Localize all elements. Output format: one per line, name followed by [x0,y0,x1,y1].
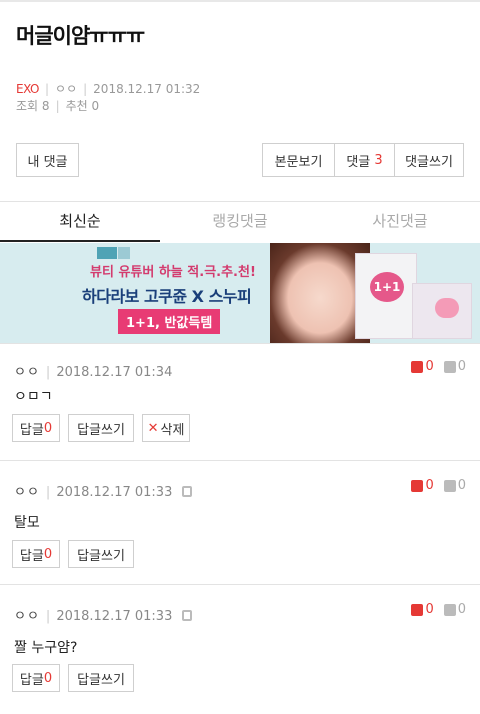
upvote-count: 0 [425,602,434,617]
post-meta: EXO | ㅇㅇ | 2018.12.17 01:32 [16,82,201,96]
downvote-button[interactable]: 0 [443,602,466,617]
write-reply-button[interactable]: 답글쓰기 [68,664,134,692]
post-date: 2018.12.17 01:32 [93,82,201,96]
banner-line2: 하다라보 고쿠쥰 X 스누피 [82,287,252,306]
thumb-up-icon [411,360,424,373]
recommend-count: 0 [91,99,100,113]
heart-icon [435,298,459,318]
thumb-down-icon [443,360,456,373]
recommend-label: 추천 [65,99,88,113]
product-image-2 [412,283,472,339]
reply-button[interactable]: 답글 0 [12,664,60,692]
reply-button[interactable]: 답글 0 [12,414,60,442]
top-divider [0,0,480,2]
brand-logo-mark [118,247,130,259]
upvote-count: 0 [425,478,434,493]
comment-item: ㅇㅇ | 2018.12.17 01:33 0 0 짤 누구얌? 답글 0 답글쓰기 [0,585,480,714]
delete-label: 삭제 [160,422,185,438]
comment-tabs: 최신순 랭킹댓글 사진댓글 [0,202,480,242]
comment-author[interactable]: ㅇㅇ [14,609,40,624]
comments-button[interactable]: 댓글 3 [335,144,395,176]
write-reply-button[interactable]: 답글쓰기 [68,414,134,442]
thumb-down-icon [443,603,456,616]
product-badge: 1+1 [370,272,404,302]
upvote-button[interactable]: 0 [411,478,434,493]
ad-banner[interactable]: 뷰티 유튜버 하늘 적.극.추.천! 하다라보 고쿠쥰 X 스누피 1+1, 반… [0,243,480,343]
banner-line3: 1+1, 반값득템 [118,309,221,334]
view-post-button[interactable]: 본문보기 [263,144,335,176]
comment-votes: 0 0 [411,602,466,617]
thumb-up-icon [411,603,424,616]
comment-meta: ㅇㅇ | 2018.12.17 01:33 [14,605,193,624]
upvote-button[interactable]: 0 [411,602,434,617]
comment-date: 2018.12.17 01:34 [56,365,173,380]
comment-author[interactable]: ㅇㅇ [14,485,40,500]
lock-icon [182,486,193,497]
comment-author[interactable]: ㅇㅇ [14,365,40,380]
product-image: 1+1 [355,253,417,339]
reply-count: 0 [43,546,53,562]
reply-count: 0 [43,420,53,436]
comments-label: 댓글 [346,154,371,170]
comment-meta: ㅇㅇ | 2018.12.17 01:33 [14,481,193,500]
reply-label: 답글 [19,548,44,564]
write-comment-button[interactable]: 댓글쓰기 [395,144,463,176]
comment-votes: 0 0 [411,359,466,374]
post-category[interactable]: EXO [16,82,39,96]
downvote-count: 0 [457,478,466,493]
banner-line1: 뷰티 유튜버 하늘 적.극.추.천! [90,265,256,280]
reply-button[interactable]: 답글 0 [12,540,60,568]
post-title: 머글이얌ㅠㅠㅠ [16,24,145,48]
views-label: 조회 [16,99,39,113]
downvote-count: 0 [457,359,466,374]
post-stats: 조회 8 | 추천 0 [16,99,100,113]
close-icon: ✕ [147,420,159,436]
reply-label: 답글 [19,672,44,688]
reply-label: 답글 [19,422,44,438]
comment-text: 탈모 [14,515,40,531]
comment-votes: 0 0 [411,478,466,493]
tab-latest[interactable]: 최신순 [0,202,160,242]
comment-meta: ㅇㅇ | 2018.12.17 01:34 [14,365,173,380]
tab-ranking[interactable]: 랭킹댓글 [160,202,320,242]
upvote-button[interactable]: 0 [411,359,434,374]
thumb-down-icon [443,479,456,492]
brand-logo [97,247,117,259]
comment-item: ㅇㅇ | 2018.12.17 01:34 0 0 ㅇㅁㄱ 답글 0 답글쓰기 ✕ 삭제 [0,344,480,460]
downvote-button[interactable]: 0 [443,359,466,374]
upvote-count: 0 [425,359,434,374]
tab-photo[interactable]: 사진댓글 [320,202,480,242]
thumb-up-icon [411,479,424,492]
comment-date: 2018.12.17 01:33 [56,485,173,500]
comment-text: ㅇㅁㄱ [14,389,53,405]
comment-item: ㅇㅇ | 2018.12.17 01:33 0 0 탈모 답글 0 답글쓰기 [0,461,480,584]
downvote-button[interactable]: 0 [443,478,466,493]
comment-date: 2018.12.17 01:33 [56,609,173,624]
my-comments-button[interactable]: 내 댓글 [16,143,79,177]
views-count: 8 [41,99,50,113]
comment-toolbar: 본문보기 댓글 3 댓글쓰기 [262,143,464,177]
comments-count: 3 [374,152,383,168]
post-author[interactable]: ㅇㅇ [55,82,77,96]
write-reply-button[interactable]: 답글쓰기 [68,540,134,568]
delete-button[interactable]: ✕ 삭제 [142,414,190,442]
lock-icon [182,610,193,621]
downvote-count: 0 [457,602,466,617]
comment-text: 짤 누구얌? [14,640,78,656]
reply-count: 0 [43,670,53,686]
